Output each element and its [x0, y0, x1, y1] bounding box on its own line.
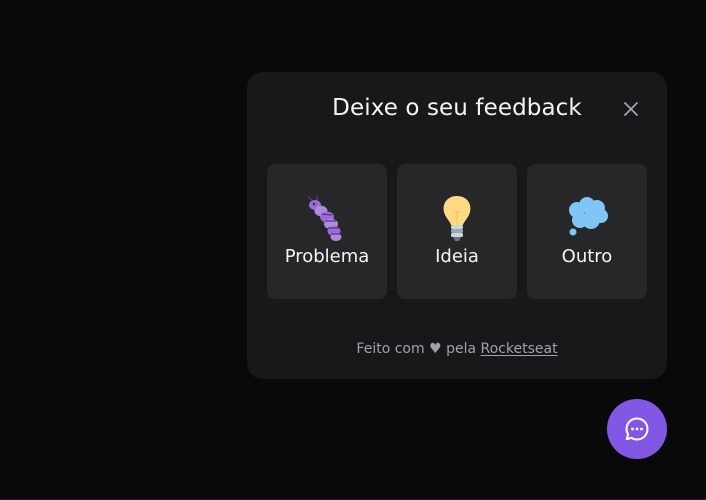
rocketseat-link[interactable]: Rocketseat: [481, 341, 558, 357]
option-outro-button[interactable]: Outro: [527, 164, 647, 299]
footer-middle: pela: [446, 341, 477, 357]
widget-title: Deixe o seu feedback: [332, 95, 582, 121]
chat-bubble-icon: [625, 417, 649, 441]
open-feedback-button[interactable]: [607, 399, 667, 459]
bug-icon: [308, 195, 342, 241]
close-icon: [624, 102, 638, 116]
close-button[interactable]: [619, 97, 643, 121]
option-ideia-button[interactable]: Ideia: [397, 164, 517, 299]
footer: Feito com ♥ pela Rocketseat: [247, 340, 667, 358]
feedback-widget: Deixe o seu feedback Problema Ideia Outr…: [247, 72, 667, 379]
lightbulb-icon: [443, 196, 471, 241]
option-label: Problema: [284, 246, 370, 267]
heart-icon: ♥: [429, 341, 442, 357]
footer-prefix: Feito com: [356, 341, 425, 357]
page: Deixe o seu feedback Problema Ideia Outr…: [0, 0, 706, 500]
feedback-type-options: Problema Ideia Outro: [267, 164, 647, 299]
option-problema-button[interactable]: Problema: [267, 164, 387, 299]
option-label: Ideia: [435, 246, 479, 267]
option-label: Outro: [561, 246, 613, 267]
thought-balloon-icon: [569, 197, 608, 236]
